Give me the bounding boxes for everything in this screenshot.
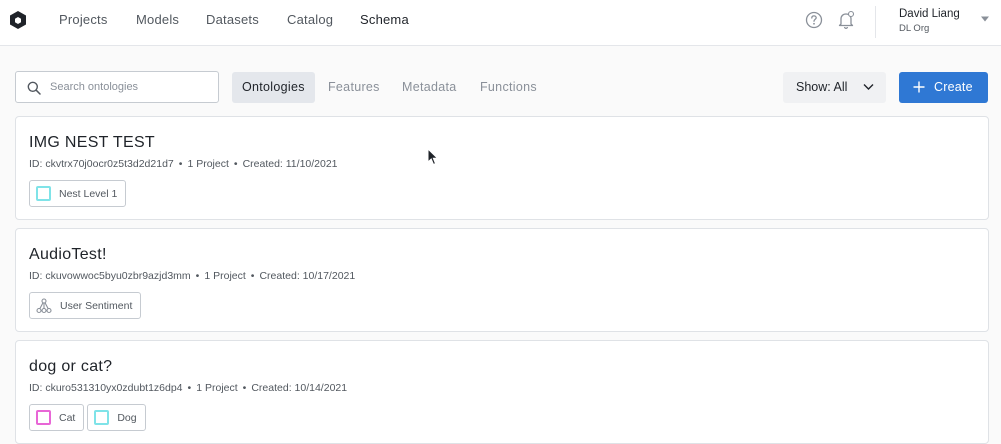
ontology-title[interactable]: dog or cat? — [29, 357, 112, 377]
feature-label: Nest Level 1 — [59, 187, 118, 200]
tool-color-swatch — [94, 410, 110, 425]
help-circle-icon[interactable] — [805, 11, 823, 29]
search-input[interactable] — [50, 73, 210, 101]
show-filter-label: Show: All — [796, 80, 848, 94]
bell-icon[interactable] — [837, 10, 855, 30]
mouse-cursor-icon — [427, 148, 439, 166]
caret-down-icon[interactable] — [980, 15, 990, 23]
chevron-down-icon — [863, 84, 874, 90]
nav-catalog[interactable]: Catalog — [287, 12, 333, 28]
ontology-card[interactable]: AudioTest! ID: ckuvowwoc5byu0zbr9azjd3mm… — [15, 228, 989, 332]
feature-label: Cat — [59, 411, 76, 424]
classification-icon — [36, 297, 52, 313]
ontology-meta: ID: ckuro531310yx0zdubt1z6dp4 • 1 Project •… — [29, 382, 348, 394]
nav-schema[interactable]: Schema — [360, 12, 409, 28]
user-name[interactable]: David Liang — [899, 7, 960, 21]
show-filter-dropdown[interactable]: Show: All — [783, 72, 886, 103]
user-org: DL Org — [899, 23, 930, 34]
ontology-created: Created: 11/10/2021 — [242, 158, 338, 170]
ontology-projects: 1 Project — [187, 158, 229, 170]
create-button[interactable]: Create — [899, 72, 988, 103]
top-navigation: Projects Models Datasets Catalog Schema … — [0, 0, 1001, 46]
ontology-created: Created: 10/17/2021 — [259, 270, 356, 282]
plus-icon — [913, 81, 925, 93]
ontology-id: ID: ckuro531310yx0zdubt1z6dp4 — [29, 382, 183, 394]
ontology-id: ID: ckuvowwoc5byu0zbr9azjd3mm — [29, 270, 191, 282]
feature-chips: Nest Level 1 — [29, 180, 127, 208]
ontology-projects: 1 Project — [196, 382, 238, 394]
search-icon — [27, 81, 41, 95]
nav-datasets[interactable]: Datasets — [206, 12, 259, 28]
ontology-meta: ID: ckvtrx70j0ocr0z5t3d2d21d7 • 1 Project •… — [29, 158, 338, 170]
feature-label: Dog — [117, 411, 137, 424]
ontology-id: ID: ckvtrx70j0ocr0z5t3d2d21d7 — [29, 158, 174, 170]
nav-divider — [875, 6, 876, 38]
search-ontologies[interactable] — [15, 71, 219, 103]
nav-projects[interactable]: Projects — [59, 12, 108, 28]
ontology-projects: 1 Project — [204, 270, 246, 282]
tab-metadata[interactable]: Metadata — [402, 72, 457, 103]
tab-functions[interactable]: Functions — [480, 72, 537, 103]
feature-chips: User Sentiment — [29, 292, 142, 320]
ontology-title[interactable]: IMG NEST TEST — [29, 133, 155, 153]
create-button-label: Create — [934, 80, 973, 94]
feature-chip[interactable]: User Sentiment — [29, 292, 142, 319]
feature-label: User Sentiment — [60, 299, 133, 312]
ontology-card[interactable]: dog or cat? ID: ckuro531310yx0zdubt1z6dp… — [15, 340, 989, 444]
tab-features[interactable]: Features — [328, 72, 380, 103]
cube-logo-icon[interactable] — [10, 11, 26, 29]
tool-color-swatch — [36, 410, 51, 425]
nav-models[interactable]: Models — [136, 12, 179, 28]
ontology-title[interactable]: AudioTest! — [29, 245, 107, 265]
tool-color-swatch — [36, 186, 51, 201]
ontology-meta: ID: ckuvowwoc5byu0zbr9azjd3mm • 1 Project •… — [29, 270, 356, 282]
feature-chip[interactable]: Dog — [87, 404, 146, 431]
ontology-created: Created: 10/14/2021 — [251, 382, 348, 394]
ontology-card[interactable]: IMG NEST TEST ID: ckvtrx70j0ocr0z5t3d2d2… — [15, 116, 989, 220]
feature-chip[interactable]: Nest Level 1 — [29, 180, 127, 207]
tab-ontologies[interactable]: Ontologies — [232, 72, 315, 103]
feature-chip[interactable]: Cat — [29, 404, 85, 431]
